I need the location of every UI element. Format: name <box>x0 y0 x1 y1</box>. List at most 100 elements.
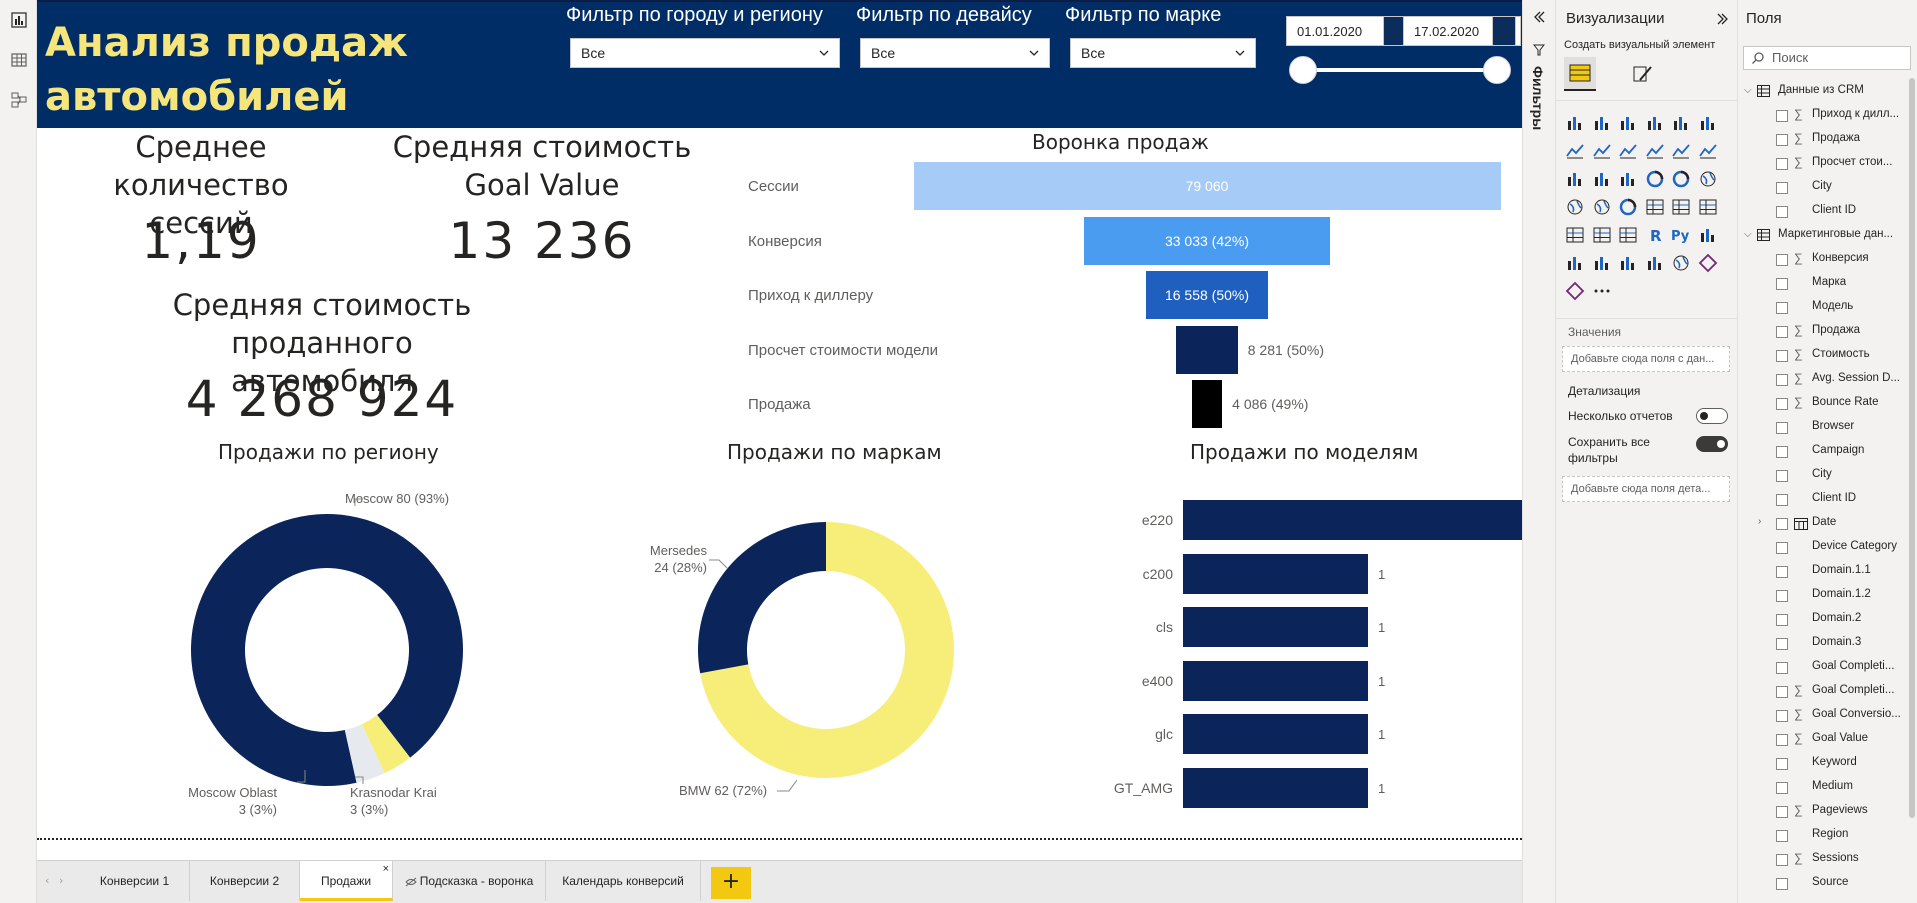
field-row[interactable]: ∑ Конверсия <box>1738 248 1917 272</box>
field-checkbox[interactable] <box>1776 446 1788 458</box>
more-visuals-icon[interactable] <box>1591 280 1613 302</box>
fields-table-row[interactable]: ⌵ Маркетинговые дан... <box>1738 224 1917 248</box>
format-visual-icon[interactable] <box>1631 62 1655 86</box>
field-row[interactable]: Модель <box>1738 296 1917 320</box>
kpi-icon[interactable] <box>1697 196 1719 218</box>
ribbon-chart-icon[interactable] <box>1697 140 1719 162</box>
field-checkbox[interactable] <box>1776 566 1788 578</box>
date-range-slider-track[interactable] <box>1303 68 1503 72</box>
funnel-bar[interactable] <box>1176 325 1238 374</box>
date-range-slider-end-handle[interactable] <box>1483 56 1511 84</box>
field-checkbox[interactable] <box>1776 254 1788 266</box>
field-checkbox[interactable] <box>1776 830 1788 842</box>
field-row[interactable]: Domain.1.2 <box>1738 584 1917 608</box>
tab-conversions-1[interactable]: Конверсии 1 <box>80 861 190 901</box>
gauge-icon[interactable] <box>1617 196 1639 218</box>
field-checkbox[interactable] <box>1776 350 1788 362</box>
field-row[interactable]: Марка <box>1738 272 1917 296</box>
field-row[interactable]: ∑ Продажа <box>1738 320 1917 344</box>
field-row[interactable]: ∑ Goal Completi... <box>1738 680 1917 704</box>
field-row[interactable]: Medium <box>1738 776 1917 800</box>
clustered-column-chart-icon[interactable] <box>1644 112 1666 134</box>
field-checkbox[interactable] <box>1776 278 1788 290</box>
table-icon[interactable] <box>1591 224 1613 246</box>
stacked-column-chart-icon[interactable] <box>1591 112 1613 134</box>
model-bar[interactable] <box>1183 660 1368 701</box>
model-bar[interactable] <box>1183 500 1553 540</box>
fields-scrollbar[interactable] <box>1909 78 1915 818</box>
r-script-visual-icon[interactable]: R <box>1644 224 1666 246</box>
field-checkbox[interactable] <box>1776 494 1788 506</box>
field-checkbox[interactable] <box>1776 758 1788 770</box>
model-bar[interactable] <box>1183 768 1368 808</box>
power-automate-icon[interactable] <box>1564 280 1586 302</box>
field-row[interactable]: ∑ Bounce Rate <box>1738 392 1917 416</box>
city-region-filter-select[interactable]: Все <box>570 38 840 68</box>
field-row[interactable]: Domain.3 <box>1738 632 1917 656</box>
field-row[interactable]: ∑ Pageviews <box>1738 800 1917 824</box>
expand-pane-icon[interactable] <box>1532 10 1546 24</box>
100-stacked-bar-chart-icon[interactable] <box>1670 112 1692 134</box>
tab-conversions-2[interactable]: Конверсии 2 <box>190 861 300 901</box>
pie-chart-icon[interactable] <box>1644 168 1666 190</box>
stacked-area-chart-icon[interactable] <box>1617 140 1639 162</box>
donut-chart-icon[interactable] <box>1670 168 1692 190</box>
field-row[interactable]: Client ID <box>1738 200 1917 224</box>
field-checkbox[interactable] <box>1776 206 1788 218</box>
field-row[interactable]: ∑ Goal Value <box>1738 728 1917 752</box>
field-row[interactable]: ∑ Стоимость <box>1738 344 1917 368</box>
field-checkbox[interactable] <box>1776 110 1788 122</box>
model-view-icon[interactable] <box>9 90 29 110</box>
stacked-bar-chart-icon[interactable] <box>1564 112 1586 134</box>
power-apps-icon[interactable] <box>1697 252 1719 274</box>
field-checkbox[interactable] <box>1776 158 1788 170</box>
python-visual-icon[interactable]: Py <box>1670 224 1692 246</box>
model-bar[interactable] <box>1183 553 1368 594</box>
arcgis-map-icon[interactable] <box>1670 252 1692 274</box>
line-chart-icon[interactable] <box>1564 140 1586 162</box>
field-checkbox[interactable] <box>1776 518 1788 530</box>
field-checkbox[interactable] <box>1776 782 1788 794</box>
device-filter-select[interactable]: Все <box>860 38 1050 68</box>
100-stacked-column-chart-icon[interactable] <box>1697 112 1719 134</box>
field-row[interactable]: Domain.1.1 <box>1738 560 1917 584</box>
report-view-icon[interactable] <box>9 10 29 30</box>
slicer-icon[interactable] <box>1564 224 1586 246</box>
prev-page-icon[interactable]: ‹ <box>45 861 49 901</box>
filters-pane-collapsed[interactable]: Фильтры <box>1522 0 1556 903</box>
field-checkbox[interactable] <box>1776 734 1788 746</box>
field-row[interactable]: City <box>1738 176 1917 200</box>
build-visual-tab[interactable] <box>1564 57 1596 91</box>
field-checkbox[interactable] <box>1776 422 1788 434</box>
data-view-icon[interactable] <box>9 50 29 70</box>
card-icon[interactable] <box>1644 196 1666 218</box>
calendar-icon[interactable] <box>1492 16 1516 46</box>
field-checkbox[interactable] <box>1776 878 1788 890</box>
field-row[interactable]: ∑ Avg. Session D... <box>1738 368 1917 392</box>
field-checkbox[interactable] <box>1776 638 1788 650</box>
funnel-bar[interactable] <box>1191 380 1223 428</box>
field-row[interactable]: › Date <box>1738 512 1917 536</box>
field-row[interactable]: Domain.2 <box>1738 608 1917 632</box>
waterfall-chart-icon[interactable] <box>1564 168 1586 190</box>
field-checkbox[interactable] <box>1776 854 1788 866</box>
tab-funnel-tooltip[interactable]: Подсказка - воронка <box>393 861 546 901</box>
field-row[interactable]: Goal Completi... <box>1738 656 1917 680</box>
date-range-slider-start-handle[interactable] <box>1289 56 1317 84</box>
paginated-report-icon[interactable] <box>1644 252 1666 274</box>
field-checkbox[interactable] <box>1776 134 1788 146</box>
field-row[interactable]: Campaign <box>1738 440 1917 464</box>
field-row[interactable]: City <box>1738 464 1917 488</box>
field-row[interactable]: Region <box>1738 824 1917 848</box>
field-row[interactable]: Device Category <box>1738 536 1917 560</box>
line-and-column-chart-icon[interactable] <box>1644 140 1666 162</box>
model-bar[interactable] <box>1183 714 1368 755</box>
fields-table-row[interactable]: ⌵ Данные из CRM <box>1738 80 1917 104</box>
drillthrough-drop-well[interactable]: Добавьте сюда поля дета... <box>1562 476 1730 502</box>
next-page-icon[interactable]: › <box>59 861 63 901</box>
decomposition-tree-icon[interactable] <box>1564 252 1586 274</box>
field-checkbox[interactable] <box>1776 302 1788 314</box>
tab-conversion-calendar[interactable]: Календарь конверсий <box>546 861 701 901</box>
field-row[interactable]: Client ID <box>1738 488 1917 512</box>
field-checkbox[interactable] <box>1776 614 1788 626</box>
